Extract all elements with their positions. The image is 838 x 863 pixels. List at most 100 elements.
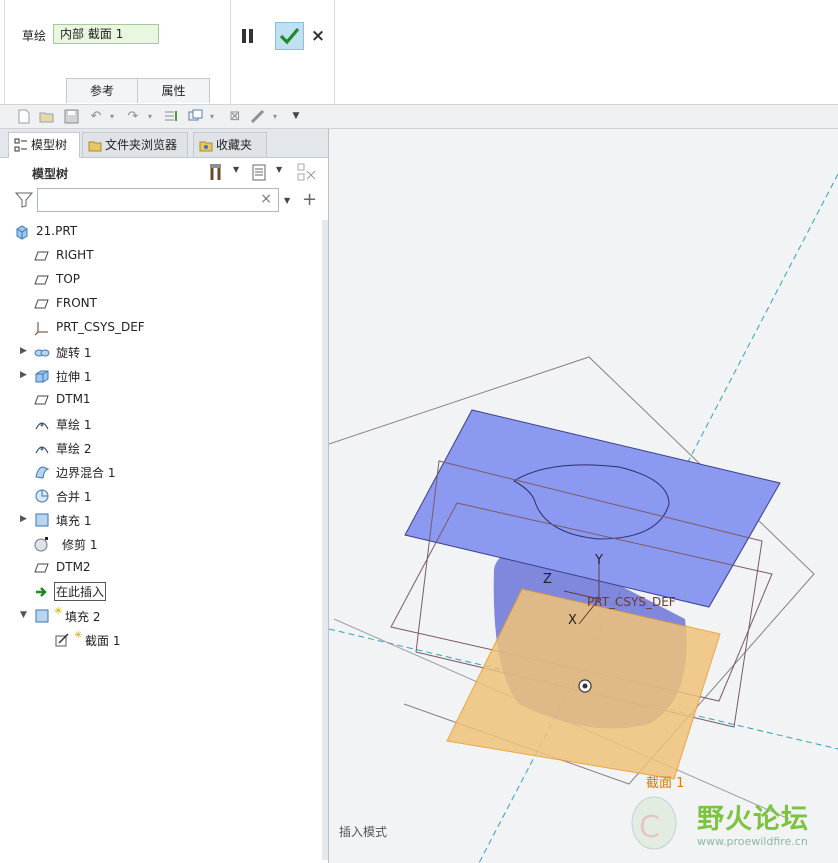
undo-dropdown-icon[interactable]: ▾ — [107, 109, 117, 124]
collapse-icon[interactable]: ▼ — [20, 610, 30, 620]
tree-item-right[interactable]: RIGHT — [10, 245, 310, 267]
pause-button[interactable] — [240, 28, 256, 44]
model-tree-icon — [14, 138, 27, 152]
tree-item-label: 草绘 2 — [56, 442, 92, 456]
tree-item-dtm2[interactable]: DTM2 — [10, 557, 310, 579]
folder-browser-icon — [88, 141, 102, 152]
tab-properties[interactable]: 属性 — [137, 78, 210, 103]
new-feature-star-icon: ✳ — [54, 606, 63, 617]
tree-item-label: RIGHT — [56, 248, 94, 262]
cancel-button[interactable]: × — [309, 26, 327, 46]
tab-model-tree[interactable]: 模型树 — [8, 132, 80, 158]
tree-item-section-1[interactable]: ✳ 截面 1 — [10, 629, 310, 651]
tree-item-sketch-2[interactable]: 草绘 2 — [10, 437, 310, 459]
insert-mode-text: 插入模式 — [339, 825, 388, 839]
regenerate-icon[interactable] — [163, 109, 179, 124]
tree-item-front[interactable]: FRONT — [10, 293, 310, 315]
show-icon[interactable] — [252, 164, 268, 182]
tree-item-label: 草绘 1 — [56, 418, 92, 432]
navigator-tabs: 模型树 文件夹浏览器 收藏夹 — [0, 129, 328, 158]
axis-label-y: Y — [595, 553, 603, 568]
navigator-panel: 模型树 文件夹浏览器 收藏夹 模型树 ▼ ▼ × ▼ + 21.PRT RIGH… — [0, 129, 329, 863]
axis-label-x: X — [568, 613, 577, 628]
fill-icon — [35, 513, 49, 527]
tree-item-fill-1[interactable]: ▶ 填充 1 — [10, 509, 310, 531]
datum-plane-icon — [34, 275, 49, 285]
tree-item-label: 边界混合 1 — [56, 466, 116, 480]
settings-dropdown-icon[interactable]: ▼ — [233, 165, 239, 174]
search-options-dropdown-icon[interactable]: ▼ — [284, 196, 290, 205]
redo-dropdown-icon[interactable]: ▾ — [145, 109, 155, 124]
favorites-icon — [199, 141, 213, 152]
tree-item-insert-here[interactable]: 在此插入 — [10, 581, 310, 603]
tree-item-label: 截面 1 — [85, 634, 121, 648]
model-tree-scrollbar[interactable] — [322, 220, 328, 860]
tree-item-label: DTM2 — [56, 560, 91, 574]
new-icon[interactable] — [16, 109, 32, 124]
tree-item-boundary-blend-1[interactable]: 边界混合 1 — [10, 461, 310, 483]
fill-icon — [35, 609, 49, 623]
tree-item-part[interactable]: 21.PRT — [10, 221, 310, 243]
tree-item-revolve-1[interactable]: ▶ 旋转 1 — [10, 341, 310, 363]
section-sketch-icon — [55, 633, 69, 647]
windows-dropdown-icon[interactable]: ▾ — [207, 109, 217, 124]
tab-folder-browser[interactable]: 文件夹浏览器 — [82, 132, 188, 157]
save-icon[interactable] — [63, 109, 79, 124]
tree-item-label: 修剪 1 — [62, 538, 98, 552]
redo-icon[interactable]: ↷ — [125, 109, 141, 124]
dashboard-divider-2 — [334, 0, 335, 104]
ok-button[interactable] — [275, 22, 304, 50]
customize-toolbar-icon[interactable]: ▼ — [290, 109, 302, 124]
tree-item-label: 旋转 1 — [56, 346, 92, 360]
tree-item-dtm1[interactable]: DTM1 — [10, 389, 310, 411]
tree-item-top[interactable]: TOP — [10, 269, 310, 291]
part-icon — [16, 225, 28, 240]
tree-item-label: 填充 1 — [56, 514, 92, 528]
merge-icon — [35, 489, 49, 503]
windows-icon[interactable] — [188, 109, 204, 124]
measure-dropdown-icon[interactable]: ▾ — [270, 109, 280, 124]
trim-icon — [34, 537, 48, 552]
tree-item-sketch-1[interactable]: 草绘 1 — [10, 413, 310, 435]
tab-favorites[interactable]: 收藏夹 — [193, 132, 267, 157]
filter-icon[interactable] — [14, 192, 34, 208]
watermark-text: 野火论坛 — [697, 804, 809, 835]
close-window-icon[interactable]: ⊠ — [227, 109, 243, 124]
tree-item-fill-2[interactable]: ▼ ✳ 填充 2 — [10, 605, 310, 627]
tree-item-merge-1[interactable]: 合并 1 — [10, 485, 310, 507]
model-viewport: C — [329, 173, 838, 863]
insert-here-label: 在此插入 — [54, 582, 107, 601]
quick-access-toolbar: ↶ ▾ ↷ ▾ ▾ ⊠ ▾ ▼ — [0, 105, 838, 129]
new-feature-star-icon: ✳ — [74, 630, 83, 641]
expand-icon[interactable]: ▶ — [20, 514, 30, 524]
svg-text:C: C — [639, 810, 660, 845]
dashboard-left-edge — [4, 0, 5, 104]
tree-search-input[interactable]: × — [37, 188, 279, 212]
tree-item-extrude-1[interactable]: ▶ 拉伸 1 — [10, 365, 310, 387]
tree-item-label: PRT_CSYS_DEF — [56, 320, 145, 334]
tree-item-label: FRONT — [56, 296, 97, 310]
feature-dashboard: 草绘 内部 截面 1 参考 属性 × — [0, 0, 838, 105]
show-dropdown-icon[interactable]: ▼ — [276, 165, 282, 174]
model-tree: 21.PRT RIGHT TOP FRONT PRT_CSYS_DEF ▶ 旋转… — [10, 221, 323, 861]
clear-search-icon[interactable]: × — [260, 191, 272, 207]
tree-item-csys[interactable]: PRT_CSYS_DEF — [10, 317, 310, 339]
graphics-window[interactable]: C Y Z X PRT_CSYS_DEF 截面 1 插入模式 野火论坛 www.… — [329, 129, 838, 863]
tab-references[interactable]: 参考 — [66, 78, 138, 103]
datum-plane-icon — [34, 395, 49, 405]
open-icon[interactable] — [39, 109, 55, 124]
expand-icon[interactable]: ▶ — [20, 370, 30, 380]
tree-item-trim-1[interactable]: 修剪 1 — [10, 533, 310, 555]
expand-icon[interactable]: ▶ — [20, 346, 30, 356]
measure-icon[interactable] — [250, 109, 266, 124]
blue-section-plane — [404, 409, 781, 608]
settings-icon[interactable] — [208, 163, 224, 181]
section-1-label[interactable]: 截面 1 — [646, 772, 684, 791]
add-filter-icon[interactable]: + — [302, 189, 317, 210]
tree-filters-icon[interactable] — [297, 163, 317, 183]
undo-icon[interactable]: ↶ — [88, 109, 104, 124]
model-tree-title: 模型树 — [32, 167, 69, 181]
section-collector-field[interactable]: 内部 截面 1 — [53, 24, 159, 44]
pause-icon-bar-right — [249, 29, 253, 43]
tree-item-label: 21.PRT — [36, 224, 78, 238]
